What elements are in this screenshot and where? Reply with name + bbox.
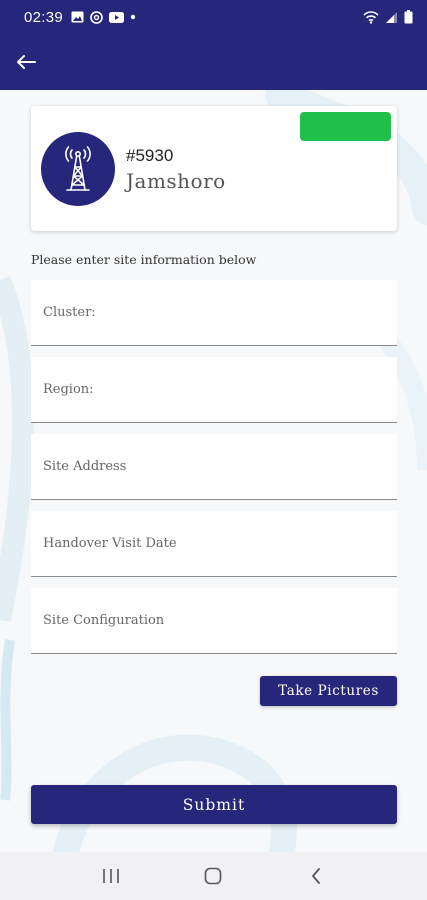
site-card: #5930 Jamshoro [31, 106, 397, 231]
gallery-icon [71, 11, 84, 23]
system-icons [363, 10, 413, 24]
wifi-icon [363, 10, 379, 24]
recent-apps-icon [103, 869, 119, 883]
home-button[interactable] [193, 856, 233, 896]
cluster-field[interactable] [31, 280, 397, 346]
take-pictures-button[interactable]: Take Pictures [260, 676, 397, 706]
youtube-icon [109, 11, 125, 23]
home-icon [205, 867, 222, 885]
cluster-input[interactable] [43, 305, 397, 320]
handover-visit-date-input[interactable] [43, 536, 397, 551]
site-configuration-input[interactable] [43, 613, 397, 628]
cell-tower-icon [65, 146, 91, 191]
status-badge [300, 112, 391, 141]
status-bar: 02:39 [0, 0, 427, 34]
system-nav-bar [0, 852, 427, 900]
site-avatar [41, 132, 115, 206]
arrow-left-icon [17, 55, 36, 69]
handover-visit-date-field[interactable] [31, 511, 397, 577]
at-sign-icon [90, 10, 103, 24]
back-button[interactable] [14, 50, 38, 74]
submit-button[interactable]: Submit [31, 785, 397, 824]
status-time: 02:39 [24, 8, 64, 26]
form-instructions: Please enter site information below [31, 252, 257, 267]
notification-icons [71, 10, 136, 24]
region-field[interactable] [31, 357, 397, 423]
site-id: #5930 [126, 146, 174, 165]
nav-back-button[interactable] [296, 856, 336, 896]
signal-icon [386, 11, 397, 23]
recent-apps-button[interactable] [91, 856, 131, 896]
site-configuration-field[interactable] [31, 588, 397, 654]
battery-icon [404, 10, 413, 24]
dot-icon [130, 14, 136, 20]
back-icon [311, 868, 320, 884]
region-input[interactable] [43, 382, 397, 397]
app-bar [0, 34, 427, 90]
site-name: Jamshoro [126, 169, 226, 193]
site-address-input[interactable] [43, 459, 397, 474]
site-address-field[interactable] [31, 434, 397, 500]
